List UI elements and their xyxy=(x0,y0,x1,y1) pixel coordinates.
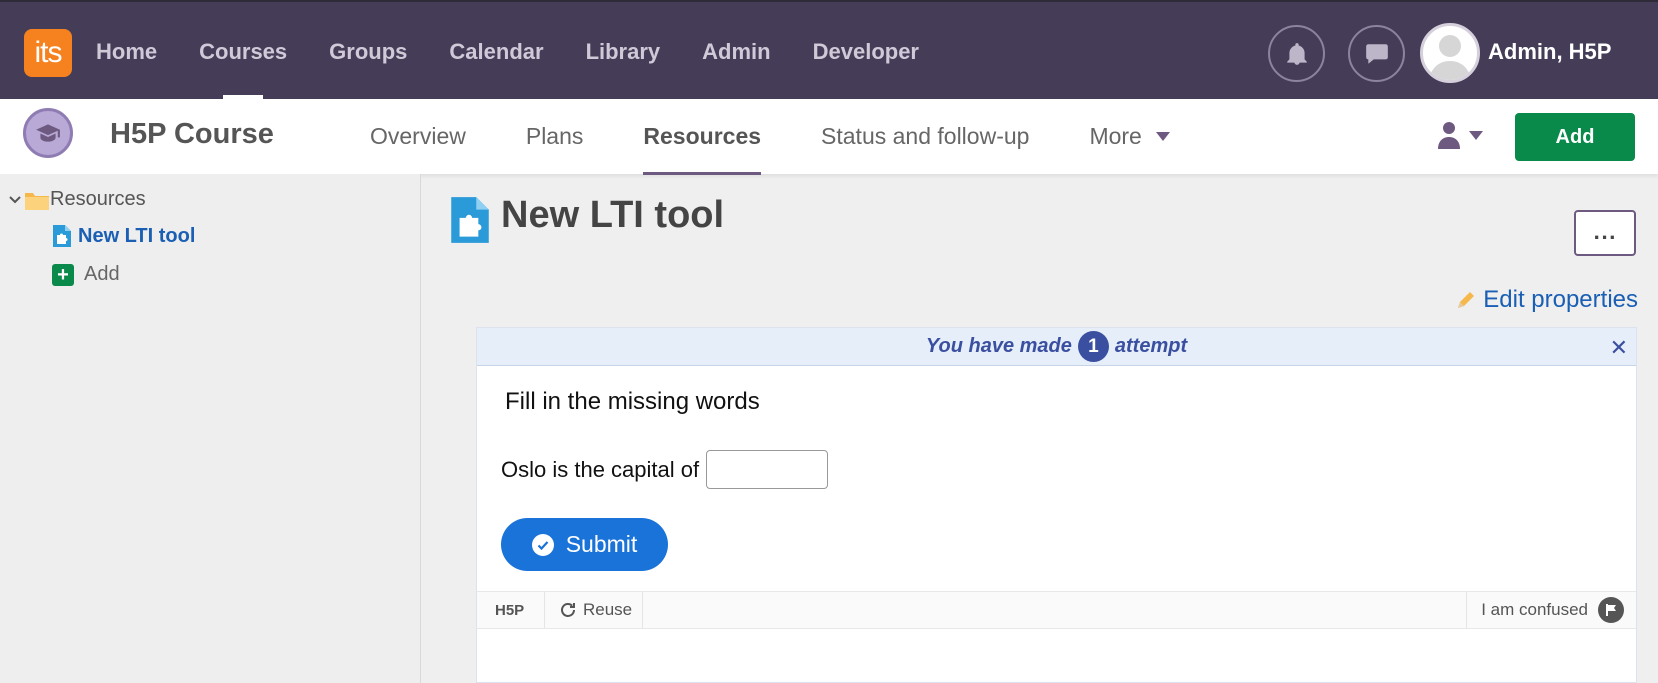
attempt-suffix: attempt xyxy=(1114,335,1188,357)
tree-add-label: Add xyxy=(84,263,120,285)
tree-item-label: New LTI tool xyxy=(78,224,196,247)
submit-label: Submit xyxy=(565,531,638,557)
question-sentence: Oslo is the capital of xyxy=(501,450,829,489)
reuse-label: Reuse xyxy=(583,600,633,619)
nav-home[interactable]: Home xyxy=(96,39,157,65)
h5p-logo[interactable]: H5P xyxy=(477,592,545,628)
more-options-button[interactable]: ... xyxy=(1574,210,1636,256)
tab-overview[interactable]: Overview xyxy=(370,123,466,150)
tab-plans[interactable]: Plans xyxy=(526,123,584,150)
sentence-text: Oslo is the capital of xyxy=(501,456,700,482)
flag-icon xyxy=(1598,597,1624,623)
top-navigation-bar: its Home Courses Groups Calendar Library… xyxy=(0,0,1658,101)
person-icon xyxy=(1438,122,1460,149)
blank-answer-input[interactable] xyxy=(706,450,829,489)
notifications-button[interactable] xyxy=(1268,25,1325,82)
question-text: Fill in the missing words xyxy=(505,388,760,415)
edit-properties-link[interactable]: Edit properties xyxy=(1455,286,1638,314)
itslearning-logo[interactable]: its xyxy=(24,29,72,77)
confused-label: I am confused xyxy=(1481,600,1588,619)
caret-down-icon xyxy=(1469,130,1483,140)
page-title: New LTI tool xyxy=(501,194,725,236)
tree-item-new-lti-tool[interactable]: New LTI tool xyxy=(52,224,195,248)
plus-icon: + xyxy=(52,263,74,286)
h5p-fill-in-the-blanks: You have made 1 attempt ✕ Fill in the mi… xyxy=(476,327,1637,683)
user-avatar[interactable] xyxy=(1420,23,1480,83)
refresh-icon xyxy=(561,603,575,617)
nav-groups[interactable]: Groups xyxy=(329,39,407,65)
main-nav: Home Courses Groups Calendar Library Adm… xyxy=(96,2,961,101)
course-title[interactable]: H5P Course xyxy=(110,118,274,151)
nav-calendar[interactable]: Calendar xyxy=(449,39,543,65)
chevron-down-icon xyxy=(9,195,21,203)
lti-puzzle-icon xyxy=(451,197,489,243)
chat-bubble-icon xyxy=(1365,43,1388,64)
nav-library[interactable]: Library xyxy=(586,39,661,65)
caret-down-icon xyxy=(1155,132,1170,141)
course-header: H5P Course Overview Plans Resources Stat… xyxy=(0,99,1658,175)
tab-status-and-follow-up[interactable]: Status and follow-up xyxy=(821,123,1029,150)
pencil-icon xyxy=(1458,292,1475,308)
nav-developer[interactable]: Developer xyxy=(813,39,919,65)
tab-resources[interactable]: Resources xyxy=(643,123,761,175)
tree-add-resource[interactable]: + Add xyxy=(52,263,120,286)
attempt-count-badge: 1 xyxy=(1077,331,1109,362)
i-am-confused-button[interactable]: I am confused xyxy=(1466,592,1624,628)
tab-more-label: More xyxy=(1089,123,1142,149)
tree-root-label: Resources xyxy=(50,188,146,210)
resources-tree: Resources New LTI tool + Add xyxy=(0,174,421,683)
edit-properties-label: Edit properties xyxy=(1483,286,1638,313)
nav-courses[interactable]: Courses xyxy=(199,39,287,100)
check-circle-icon xyxy=(531,533,554,556)
person-silhouette-icon xyxy=(1429,35,1471,80)
reuse-button[interactable]: Reuse xyxy=(545,592,644,628)
user-name[interactable]: Admin, H5P xyxy=(1488,39,1611,65)
submit-button[interactable]: Submit xyxy=(501,518,668,571)
course-tabs: Overview Plans Resources Status and foll… xyxy=(370,99,1230,175)
resource-content: New LTI tool ... Edit properties You hav… xyxy=(421,174,1658,683)
participant-view-dropdown[interactable] xyxy=(1437,121,1483,149)
course-icon xyxy=(23,108,73,158)
attempt-prefix: You have made xyxy=(925,335,1072,357)
close-icon[interactable]: ✕ xyxy=(1610,335,1628,361)
tab-more[interactable]: More xyxy=(1089,123,1170,150)
nav-admin[interactable]: Admin xyxy=(702,39,770,65)
add-button[interactable]: Add xyxy=(1515,113,1635,161)
attempt-banner: You have made 1 attempt ✕ xyxy=(477,328,1636,366)
lti-puzzle-icon xyxy=(53,225,71,247)
graduation-cap-icon xyxy=(36,124,60,142)
bell-icon xyxy=(1286,42,1307,65)
messages-button[interactable] xyxy=(1348,25,1405,82)
h5p-footer: H5P Reuse I am confused xyxy=(477,591,1636,629)
tree-root-resources[interactable]: Resources xyxy=(8,188,146,211)
folder-icon xyxy=(25,192,49,210)
